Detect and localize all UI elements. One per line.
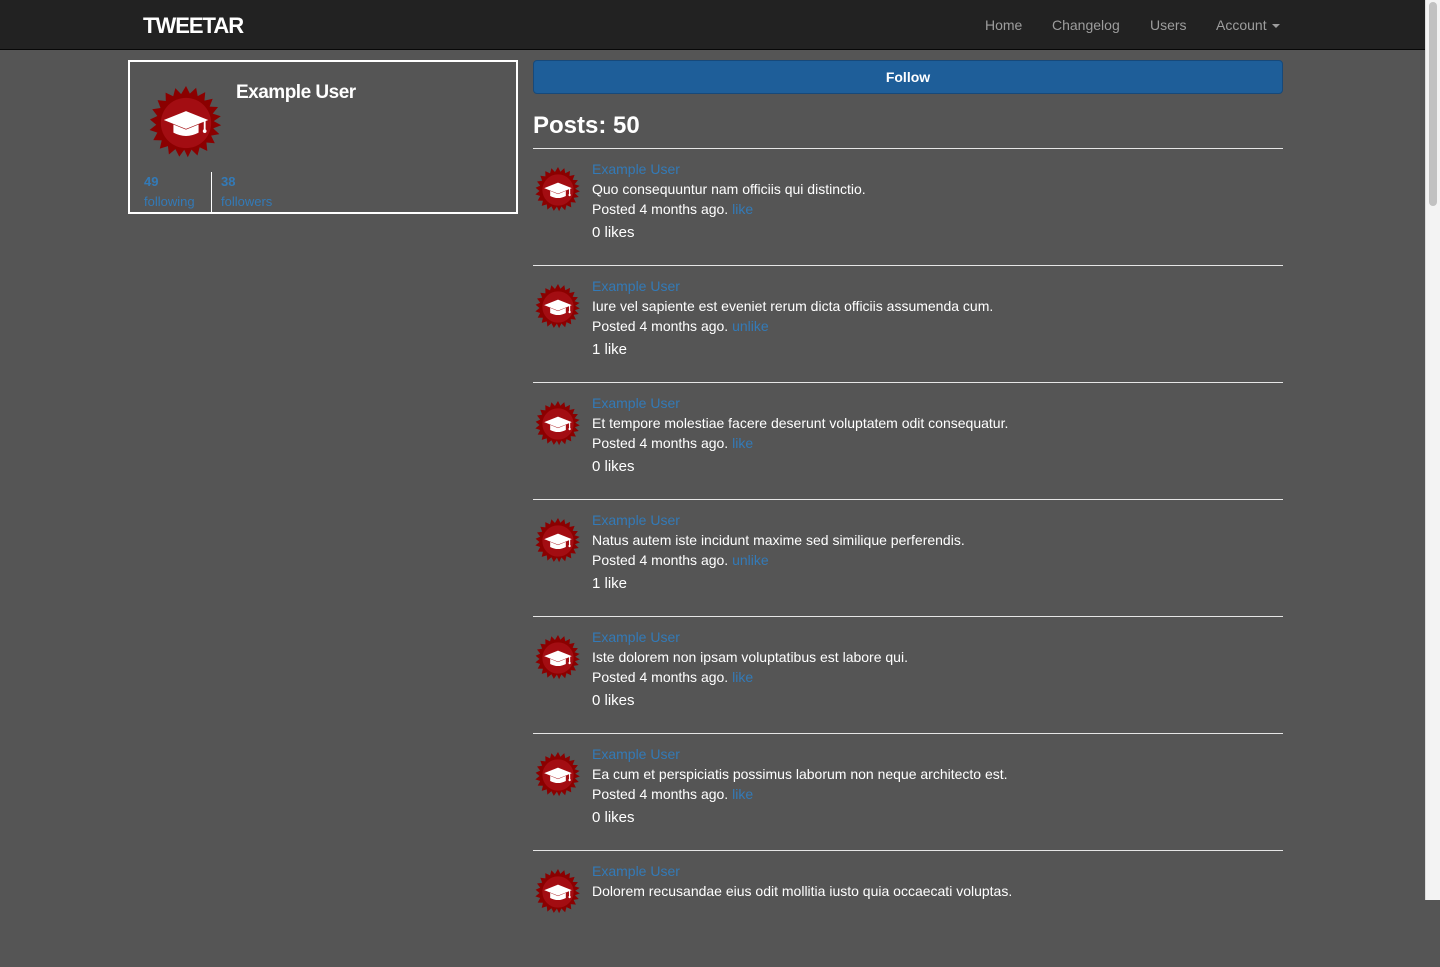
like-link[interactable]: like xyxy=(732,669,753,685)
nav-users[interactable]: Users xyxy=(1150,17,1187,33)
post-likes: 1 like xyxy=(592,341,628,358)
post-content: Iure vel sapiente est eveniet rerum dict… xyxy=(592,298,994,314)
post-meta: Posted 4 months ago. like xyxy=(592,669,753,685)
nav-account-label: Account xyxy=(1216,17,1267,33)
user-name[interactable]: Example User xyxy=(236,82,356,104)
post-user-link[interactable]: Example User xyxy=(592,278,680,294)
user-info-card: Example User 49 following 38 followers xyxy=(128,60,518,214)
like-link[interactable]: like xyxy=(732,201,753,217)
post-user-link[interactable]: Example User xyxy=(592,629,680,645)
follow-button[interactable]: Follow xyxy=(533,60,1283,94)
page-scrollbar[interactable] xyxy=(1425,0,1440,900)
post-avatar[interactable] xyxy=(535,401,581,447)
post-content: Quo consequuntur nam officiis qui distin… xyxy=(592,181,866,197)
post-likes: 1 like xyxy=(592,575,628,592)
post-avatar[interactable] xyxy=(535,635,581,681)
post-content: Dolorem recusandae eius odit mollitia iu… xyxy=(592,883,1013,899)
post-content: Ea cum et perspiciatis possimus laborum … xyxy=(592,766,1008,782)
followers-label: followers xyxy=(221,194,273,209)
following-count: 49 xyxy=(144,174,159,189)
stat-divider xyxy=(211,172,212,212)
post-avatar[interactable] xyxy=(535,869,581,915)
post-timestamp: Posted 4 months ago. xyxy=(592,435,729,451)
post-meta: Posted 4 months ago. like xyxy=(592,786,753,802)
post-item: Example User Iste dolorem non ipsam volu… xyxy=(533,617,1283,734)
post-likes: 0 likes xyxy=(592,224,635,241)
post-user-link[interactable]: Example User xyxy=(592,746,680,762)
post-avatar[interactable] xyxy=(535,518,581,564)
post-timestamp: Posted 4 months ago. xyxy=(592,201,729,217)
post-timestamp: Posted 4 months ago. xyxy=(592,552,729,568)
post-likes: 0 likes xyxy=(592,809,635,826)
post-user-link[interactable]: Example User xyxy=(592,863,680,879)
post-likes: 0 likes xyxy=(592,458,635,475)
like-link[interactable]: like xyxy=(732,786,753,802)
followers-stat[interactable]: 38 followers xyxy=(221,172,272,212)
post-meta: Posted 4 months ago. unlike xyxy=(592,552,769,568)
posts-count: Posts: 50 xyxy=(533,112,640,139)
post-avatar[interactable] xyxy=(535,284,581,330)
unlike-link[interactable]: unlike xyxy=(732,318,769,334)
nav-changelog[interactable]: Changelog xyxy=(1052,17,1120,33)
brand-logo[interactable]: TWEETAR xyxy=(143,13,244,39)
post-item: Example User Ea cum et perspiciatis poss… xyxy=(533,734,1283,851)
followers-count: 38 xyxy=(221,174,236,189)
post-item: Example User Natus autem iste incidunt m… xyxy=(533,500,1283,617)
post-feed: Example User Quo consequuntur nam offici… xyxy=(533,149,1283,967)
post-meta: Posted 4 months ago. like xyxy=(592,435,753,451)
post-item: Example User Iure vel sapiente est eveni… xyxy=(533,266,1283,383)
navbar: TWEETAR Home Changelog Users Account xyxy=(0,0,1425,50)
post-avatar[interactable] xyxy=(535,752,581,798)
post-item: Example User Quo consequuntur nam offici… xyxy=(533,149,1283,266)
post-user-link[interactable]: Example User xyxy=(592,395,680,411)
post-meta: Posted 4 months ago. like xyxy=(592,201,753,217)
nav-account[interactable]: Account xyxy=(1216,17,1280,33)
following-label: following xyxy=(144,194,195,209)
post-content: Natus autem iste incidunt maxime sed sim… xyxy=(592,532,965,548)
post-meta: Posted 4 months ago. unlike xyxy=(592,318,769,334)
post-content: Iste dolorem non ipsam voluptatibus est … xyxy=(592,649,908,665)
post-user-link[interactable]: Example User xyxy=(592,161,680,177)
post-timestamp: Posted 4 months ago. xyxy=(592,318,729,334)
caret-down-icon xyxy=(1271,24,1280,29)
like-link[interactable]: like xyxy=(732,435,753,451)
unlike-link[interactable]: unlike xyxy=(732,552,769,568)
post-content: Et tempore molestiae facere deserunt vol… xyxy=(592,415,1009,431)
post-timestamp: Posted 4 months ago. xyxy=(592,669,729,685)
post-likes: 0 likes xyxy=(592,692,635,709)
nav-home[interactable]: Home xyxy=(985,17,1022,33)
scrollbar-thumb[interactable] xyxy=(1429,2,1437,206)
post-item: Example User Et tempore molestiae facere… xyxy=(533,383,1283,500)
post-item: Example User Dolorem recusandae eius odi… xyxy=(533,851,1283,967)
following-stat[interactable]: 49 following xyxy=(144,172,195,212)
post-user-link[interactable]: Example User xyxy=(592,512,680,528)
post-timestamp: Posted 4 months ago. xyxy=(592,786,729,802)
post-avatar[interactable] xyxy=(535,167,581,213)
user-avatar[interactable] xyxy=(149,86,223,160)
